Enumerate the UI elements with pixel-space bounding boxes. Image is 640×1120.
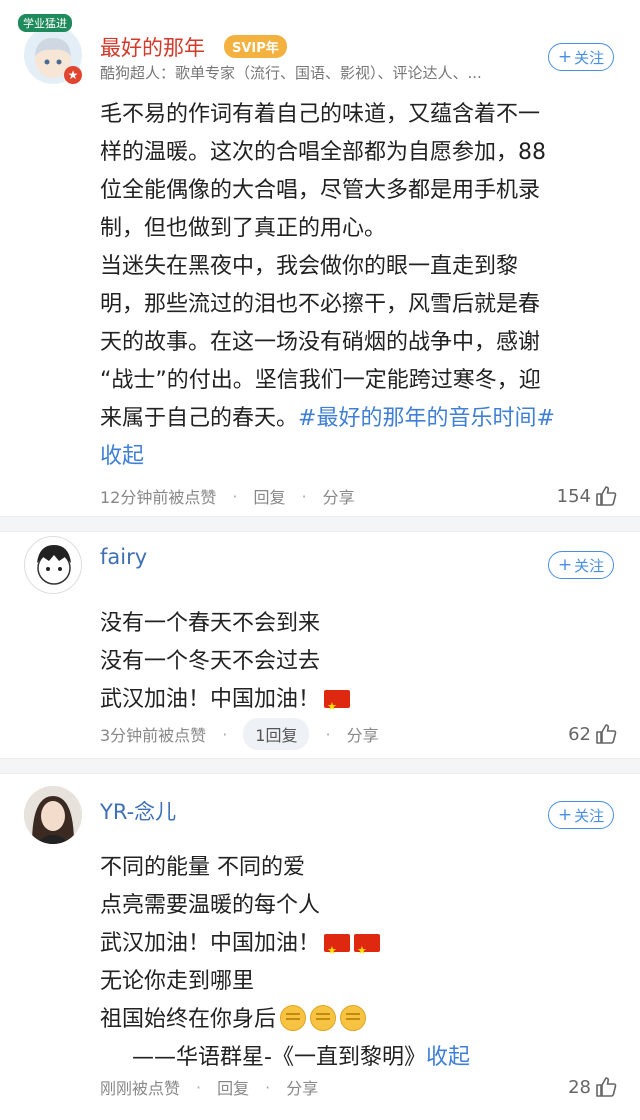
follow-button[interactable]: + 关注: [548, 551, 614, 579]
comment-footer: 刚刚被点赞 · 回复 · 分享 28: [100, 1072, 618, 1102]
comment-line: 武汉加油！中国加油！: [100, 925, 616, 970]
comment-line: 不同的能量 不同的爱: [100, 855, 305, 880]
share-button[interactable]: 分享: [286, 1075, 318, 1099]
comment-line: 天的故事。在这一场没有硝烟的战争中，感谢: [100, 330, 541, 355]
like-count: 62: [568, 723, 591, 745]
separator-dot: ·: [232, 486, 238, 506]
share-button[interactable]: 分享: [347, 722, 379, 746]
comment-line: 样的温暖。这次的合唱全部都为自愿参加，88: [100, 140, 546, 165]
like-count: 154: [556, 485, 591, 507]
collapse-link[interactable]: 收起: [426, 1045, 470, 1070]
follow-button[interactable]: + 关注: [548, 801, 614, 829]
comment-line: 祖国始终在你身后: [100, 1001, 616, 1039]
comment-footer: 3分钟前被点赞 · 1回复 · 分享 62: [100, 718, 618, 750]
separator-dot: ·: [325, 724, 331, 744]
china-flag-icon: [354, 932, 381, 970]
comment-line: 没有一个春天不会到来: [100, 611, 321, 636]
svip-badge: SVIP年: [224, 35, 287, 58]
like-button[interactable]: 62: [568, 722, 618, 746]
like-time: 刚刚被点赞: [100, 1079, 181, 1098]
vip-star-icon: ★: [64, 66, 82, 84]
reply-button[interactable]: 回复: [217, 1075, 249, 1099]
share-button[interactable]: 分享: [323, 484, 355, 508]
avatar-badge: 学业猛进: [18, 14, 72, 32]
reply-count-button[interactable]: 1回复: [243, 718, 310, 750]
comment-line: 明，那些流过的泪也不必擦干，风雪后就是春: [100, 292, 541, 317]
like-time: 12分钟前被点赞: [100, 488, 217, 507]
separator-dot: ·: [265, 1077, 271, 1097]
comment-footer: 12分钟前被点赞 · 回复 · 分享 154: [100, 481, 618, 511]
comment-separator: [0, 516, 640, 532]
comment-line: 制，但也做到了真正的用心。: [100, 216, 387, 241]
plus-icon: +: [557, 804, 573, 825]
fist-emoji-icon: [340, 1005, 367, 1031]
fist-emoji-icon: [280, 1005, 307, 1031]
comment-body: 没有一个春天不会到来 没有一个冬天不会过去 武汉加油！中国加油！: [100, 605, 616, 726]
comment-username[interactable]: fairy: [100, 545, 147, 569]
comment-line: 当迷失在黑夜中，我会做你的眼一直走到黎: [100, 254, 519, 279]
comment-line: “战士”的付出。坚信我们一定能跨过寒冬，迎: [100, 368, 541, 393]
plus-icon: +: [557, 554, 573, 575]
comment-line: 位全能偶像的大合唱，尽管大多都是用手机录: [100, 178, 541, 203]
avatar-image: [24, 786, 82, 844]
hashtag-link[interactable]: #最好的那年的音乐时间#: [298, 406, 555, 431]
separator-dot: ·: [222, 724, 228, 744]
like-button[interactable]: 28: [568, 1075, 618, 1099]
like-time: 3分钟前被点赞: [100, 726, 207, 745]
fist-emoji-icon: [310, 1005, 337, 1031]
comment-line: 没有一个冬天不会过去: [100, 649, 321, 674]
thumbs-up-icon: [596, 1077, 617, 1097]
comment-card: 学业猛进 ★ 最好的那年 SVIP年 酷狗超人：歌单专家（流行、国语、影视）、评…: [0, 0, 640, 516]
thumbs-up-icon: [596, 724, 617, 744]
user-subtitle: 酷狗超人：歌单专家（流行、国语、影视）、评论达人、...: [100, 64, 482, 82]
comment-line: 点亮需要温暖的每个人: [100, 893, 321, 918]
china-flag-icon: [324, 932, 351, 970]
avatar[interactable]: [24, 786, 82, 844]
comment-username[interactable]: 最好的那年: [100, 32, 205, 62]
collapse-link[interactable]: 收起: [100, 438, 616, 476]
separator-dot: ·: [301, 486, 307, 506]
avatar[interactable]: [24, 536, 82, 594]
follow-button[interactable]: + 关注: [548, 43, 614, 71]
thumbs-up-icon: [596, 486, 617, 506]
comment-body: 不同的能量 不同的爱 点亮需要温暖的每个人 武汉加油！中国加油！ 无论你走到哪里…: [100, 849, 616, 1077]
like-count: 28: [568, 1076, 591, 1098]
comment-line: 武汉加油！中国加油！: [100, 681, 616, 726]
separator-dot: ·: [196, 1077, 202, 1097]
avatar-image: [37, 545, 71, 585]
comment-card: fairy + 关注 没有一个春天不会到来 没有一个冬天不会过去 武汉加油！中国加…: [0, 532, 640, 758]
song-quote: ——华语群星-《一直到黎明》: [132, 1045, 426, 1070]
comment-line: 来属于自己的春天。#最好的那年的音乐时间#: [100, 406, 555, 431]
comment-card: YR-念儿 + 关注 不同的能量 不同的爱 点亮需要温暖的每个人 武汉加油！中国加…: [0, 774, 640, 1106]
reply-button[interactable]: 回复: [253, 484, 285, 508]
comment-line: 毛不易的作词有着自己的味道，又蕴含着不一: [100, 102, 541, 127]
comment-username[interactable]: YR-念儿: [100, 796, 176, 826]
comment-body: 毛不易的作词有着自己的味道，又蕴含着不一 样的温暖。这次的合唱全部都为自愿参加，…: [100, 96, 616, 476]
plus-icon: +: [557, 46, 573, 67]
china-flag-icon: [324, 688, 351, 726]
like-button[interactable]: 154: [557, 484, 618, 508]
comment-separator: [0, 758, 640, 774]
